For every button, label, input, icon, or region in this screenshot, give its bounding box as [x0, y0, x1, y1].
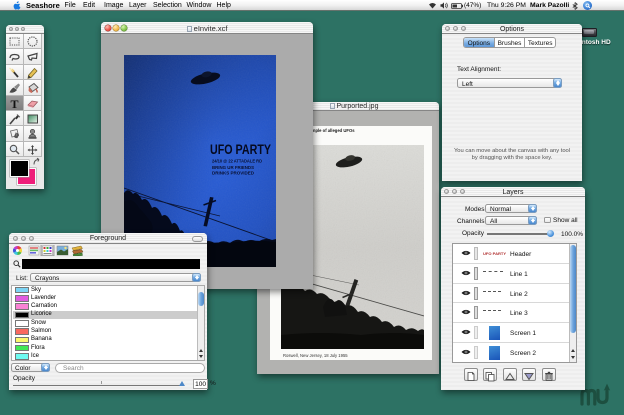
- svg-text:BRING UR FRIENDS: BRING UR FRIENDS: [212, 165, 254, 170]
- svg-text:T: T: [10, 97, 18, 111]
- svg-text:UFO PARTY: UFO PARTY: [210, 142, 271, 157]
- svg-text:24/10 @ 22 ATTADALE RD: 24/10 @ 22 ATTADALE RD: [212, 159, 262, 164]
- svg-text:DRINKS PROVIDED: DRINKS PROVIDED: [212, 171, 254, 176]
